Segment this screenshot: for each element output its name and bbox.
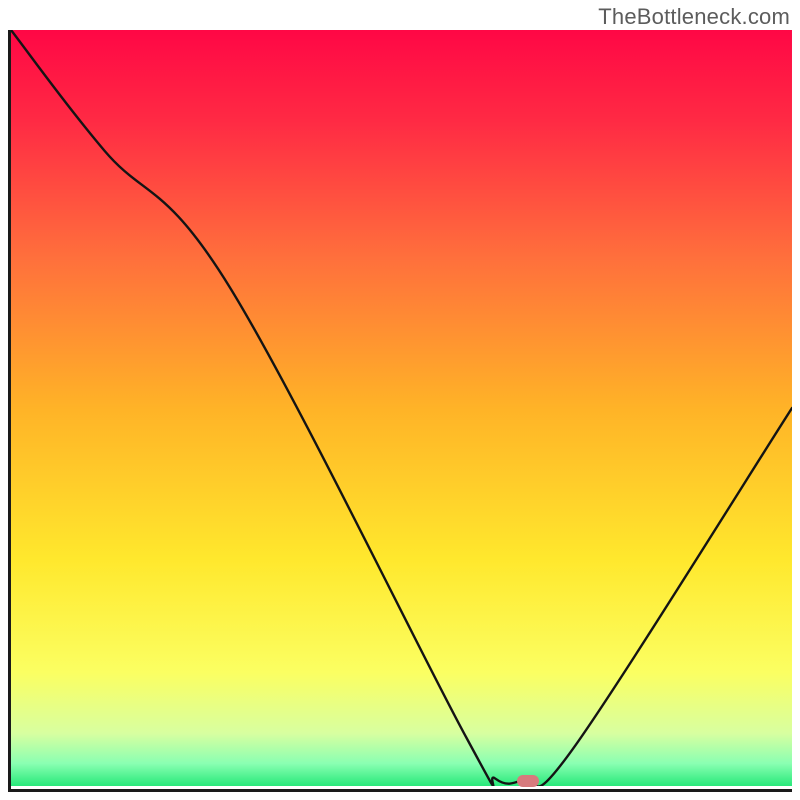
bottleneck-curve	[11, 30, 792, 786]
watermark-text: TheBottleneck.com	[598, 4, 790, 30]
plot-area	[8, 30, 792, 792]
optimal-point-marker	[517, 775, 539, 787]
bottleneck-chart: TheBottleneck.com	[0, 0, 800, 800]
